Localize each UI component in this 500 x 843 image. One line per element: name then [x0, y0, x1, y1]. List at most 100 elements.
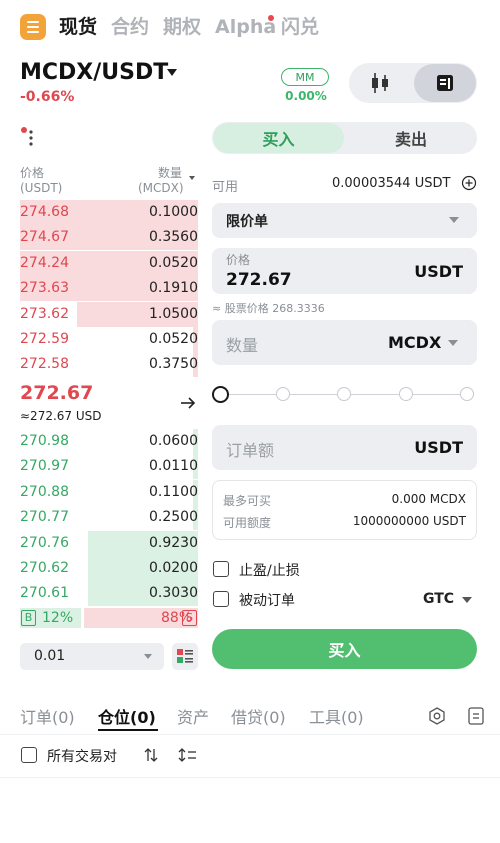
tab-orders[interactable]: 订单(0): [20, 704, 75, 728]
all-pairs-checkbox[interactable]: [21, 747, 37, 763]
order-info-box: 最多可买 0.000 MCDX 可用额度 1000000000 USDT: [212, 480, 477, 540]
tab-positions[interactable]: 仓位(0): [98, 704, 156, 728]
slider-step-50[interactable]: [337, 387, 351, 401]
quantity-placeholder: 数量: [226, 336, 259, 355]
bid-quantity: 0.1100: [149, 483, 198, 500]
max-buy-value: 0.000 MCDX: [391, 492, 466, 506]
mid-price-usd: ≈272.67 USD: [20, 409, 102, 423]
menu-icon[interactable]: [20, 14, 46, 40]
tp-sl-label[interactable]: 止盈/止损: [239, 560, 300, 580]
order-total-placeholder: 订单额: [226, 441, 275, 460]
order-type-select[interactable]: 限价单: [212, 203, 477, 238]
bid-row[interactable]: 270.77 0.2500: [20, 505, 198, 531]
post-only-checkbox[interactable]: [213, 591, 229, 607]
ask-price: 274.67: [20, 229, 69, 246]
bid-row[interactable]: 270.62 0.0200: [20, 556, 198, 581]
bid-price: 270.98: [20, 433, 69, 449]
ask-price: 272.59: [20, 331, 69, 347]
mid-price[interactable]: 272.67: [20, 382, 93, 404]
quantity-input[interactable]: 数量 MCDX: [212, 320, 477, 365]
depth-value: 0.01: [34, 648, 66, 664]
ask-quantity: 0.1000: [149, 204, 198, 220]
notification-dot: [268, 15, 274, 21]
nav-tab-options[interactable]: 期权: [163, 14, 201, 40]
bid-price: 270.97: [20, 458, 69, 475]
settings-icon[interactable]: [427, 706, 447, 726]
amount-slider-handle[interactable]: [212, 386, 229, 403]
price-header: 价格: [20, 166, 45, 180]
buy-tab[interactable]: 买入: [213, 123, 344, 153]
bid-row[interactable]: 270.97 0.0110: [20, 454, 198, 480]
order-type-dropdown-icon: [449, 217, 459, 223]
slider-step-75[interactable]: [399, 387, 413, 401]
orderbook-view-icon[interactable]: [434, 72, 456, 94]
sell-tab[interactable]: 卖出: [346, 123, 476, 153]
bid-price: 270.61: [20, 585, 69, 602]
ask-price: 274.68: [20, 204, 69, 220]
bid-quantity: 0.3030: [149, 585, 198, 602]
slider-step-100[interactable]: [460, 387, 474, 401]
ask-row[interactable]: 274.67 0.3560: [20, 225, 198, 251]
tab-loans[interactable]: 借贷(0): [231, 704, 286, 728]
price-unit-label: USDT: [414, 262, 463, 281]
nav-tab-futures[interactable]: 合约: [111, 14, 149, 40]
nav-tab-convert[interactable]: 闪兑: [281, 14, 319, 40]
ask-row[interactable]: 273.62 1.0500: [20, 301, 198, 327]
order-history-icon[interactable]: [467, 706, 485, 726]
bid-row[interactable]: 270.88 0.1100: [20, 479, 198, 505]
price-input-value: 272.67: [226, 270, 292, 290]
tab-assets[interactable]: 资产: [177, 704, 209, 728]
filter-divider: [0, 777, 500, 778]
submit-buy-button[interactable]: 买入: [212, 629, 477, 669]
bid-row[interactable]: 270.76 0.9230: [20, 530, 198, 556]
arrow-right-icon[interactable]: [180, 395, 196, 409]
depth-select[interactable]: 0.01: [20, 643, 164, 670]
order-total-input[interactable]: 订单额 USDT: [212, 425, 477, 470]
time-in-force-value[interactable]: GTC: [423, 591, 454, 607]
slider-step-25[interactable]: [276, 387, 290, 401]
ask-row[interactable]: 272.59 0.0520: [20, 327, 198, 352]
max-buy-label: 最多可买: [223, 494, 272, 508]
tp-sl-checkbox[interactable]: [213, 561, 229, 577]
bid-price: 270.62: [20, 560, 69, 576]
price-change: -0.66%: [20, 89, 75, 105]
ask-row[interactable]: 272.58 0.3750: [20, 352, 198, 378]
bid-quantity: 0.0600: [149, 433, 198, 449]
status-dot: [21, 127, 27, 133]
bid-quantity: 0.0110: [149, 458, 198, 475]
order-total-unit: USDT: [414, 438, 463, 457]
bid-row[interactable]: 270.61 0.3030: [20, 581, 198, 607]
bid-price: 270.88: [20, 483, 69, 500]
ask-price: 272.58: [20, 356, 69, 373]
nav-tab-alpha[interactable]: Alpha: [215, 14, 276, 40]
qty-header: 数量: [158, 166, 183, 180]
more-options-icon[interactable]: [29, 129, 33, 149]
add-funds-icon[interactable]: [461, 175, 477, 191]
ask-row[interactable]: 273.63 0.1910: [20, 276, 198, 302]
candlestick-icon[interactable]: [366, 70, 394, 96]
sort-icon[interactable]: [142, 746, 160, 764]
active-tab-indicator: [98, 729, 158, 731]
mm-percentage: 0.00%: [285, 89, 327, 103]
bid-quantity: 0.0200: [149, 560, 198, 576]
orderbook-layout-icon[interactable]: [172, 643, 198, 670]
ask-row[interactable]: 274.24 0.0520: [20, 250, 198, 276]
all-pairs-label[interactable]: 所有交易对: [47, 746, 117, 766]
bid-quantity: 0.2500: [149, 509, 198, 526]
buy-ratio: 12%: [42, 610, 74, 626]
pair-dropdown-icon[interactable]: [167, 69, 177, 76]
mm-badge[interactable]: MM: [281, 68, 329, 86]
sort-list-icon[interactable]: [178, 746, 198, 764]
time-in-force-dropdown-icon[interactable]: [462, 597, 472, 603]
qty-unit-dropdown-icon[interactable]: [189, 176, 195, 180]
price-input[interactable]: 价格 272.67 USDT: [212, 248, 477, 294]
ask-row[interactable]: 274.68 0.1000: [20, 200, 198, 225]
nav-tab-spot[interactable]: 现货: [59, 14, 97, 40]
post-only-label[interactable]: 被动订单: [239, 590, 295, 610]
quantity-unit-dropdown-icon[interactable]: [448, 340, 458, 346]
pair-symbol[interactable]: MCDX/USDT: [20, 58, 168, 88]
available-label: 可用: [212, 180, 239, 195]
ask-quantity: 0.1910: [149, 280, 198, 297]
tab-tools[interactable]: 工具(0): [309, 704, 364, 728]
bid-row[interactable]: 270.98 0.0600: [20, 429, 198, 454]
